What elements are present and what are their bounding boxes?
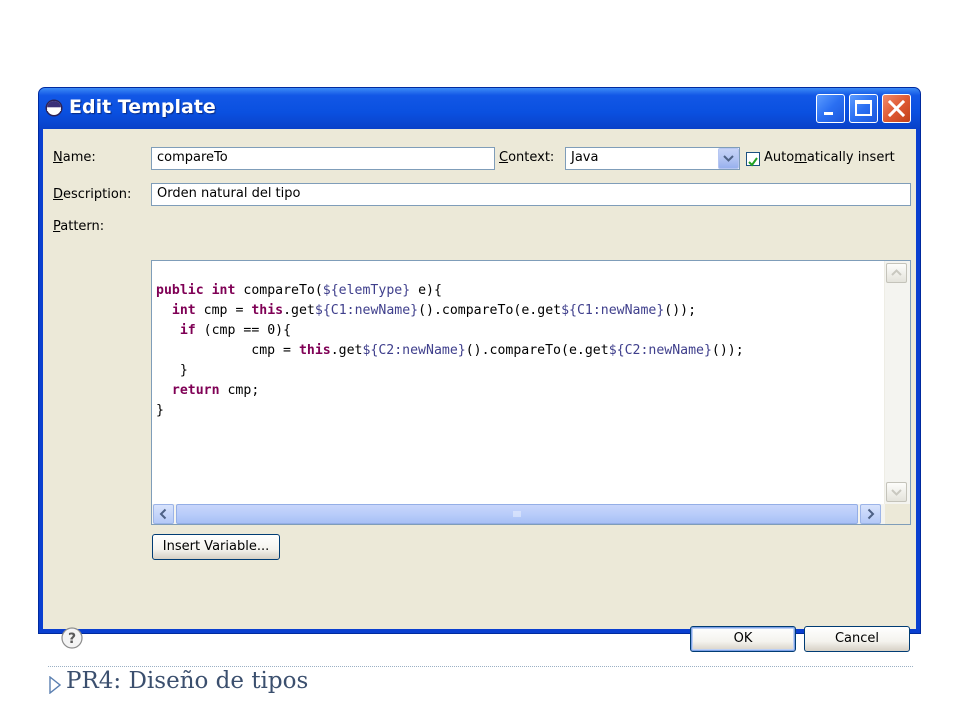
ok-button[interactable]: OK xyxy=(690,626,796,652)
scrollbar-corner xyxy=(885,504,910,524)
pattern-line: return cmp; xyxy=(171,383,260,398)
grip-icon xyxy=(513,511,521,517)
auto-insert-checkbox[interactable] xyxy=(746,152,760,167)
pattern-line: if (cmp == 0){ xyxy=(179,323,292,338)
scroll-down-button[interactable] xyxy=(886,482,907,502)
pattern-line: cmp = this.get${C2:newName}().compareTo(… xyxy=(251,343,744,358)
auto-insert-label[interactable]: Automatically insert xyxy=(764,150,895,165)
scroll-right-button[interactable] xyxy=(860,504,881,524)
context-select-value: Java xyxy=(571,150,599,165)
minimize-icon xyxy=(824,112,833,115)
checkmark-icon xyxy=(748,157,758,167)
maximize-icon xyxy=(855,100,872,116)
cancel-button[interactable]: Cancel xyxy=(804,626,910,652)
pattern-code[interactable]: public int compareTo(${elemType} e){ int… xyxy=(156,281,744,421)
chevron-down-icon xyxy=(891,489,902,496)
dialog-body: Name: compareTo Context: Java Automatica… xyxy=(43,129,916,652)
pattern-line: } xyxy=(156,363,188,378)
dialog-title: Edit Template xyxy=(69,96,216,118)
maximize-button[interactable] xyxy=(849,94,878,123)
horizontal-scroll-thumb[interactable] xyxy=(176,504,858,524)
chevron-right-icon xyxy=(867,508,875,520)
horizontal-scrollbar[interactable] xyxy=(152,504,885,524)
scroll-left-button[interactable] xyxy=(153,504,174,524)
context-select[interactable]: Java xyxy=(565,147,740,170)
footer-title: PR4: Diseño de tipos xyxy=(66,668,309,694)
pattern-line: } xyxy=(156,403,164,418)
insert-variable-button[interactable]: Insert Variable... xyxy=(152,534,280,560)
vertical-scrollbar[interactable] xyxy=(884,261,910,504)
close-button[interactable] xyxy=(882,94,911,123)
triangle-bullet-icon xyxy=(49,676,61,694)
chevron-up-icon xyxy=(891,269,902,276)
pattern-line: int cmp = this.get${C1:newName}().compar… xyxy=(171,303,697,318)
pattern-label: Pattern: xyxy=(53,219,105,234)
edit-template-dialog: Edit Template Name: compareTo Context: J… xyxy=(38,87,921,652)
pattern-editor[interactable]: public int compareTo(${elemType} e){ int… xyxy=(151,260,911,525)
description-label: Description: xyxy=(53,187,132,202)
help-icon[interactable]: ? xyxy=(61,627,83,649)
svg-text:?: ? xyxy=(68,631,76,647)
chevron-down-icon xyxy=(723,155,734,162)
title-bar[interactable]: Edit Template xyxy=(39,88,920,129)
chevron-left-icon xyxy=(159,508,167,520)
description-field[interactable]: Orden natural del tipo xyxy=(151,183,911,206)
footer-divider xyxy=(48,666,913,667)
close-icon xyxy=(887,99,906,118)
pattern-line: public int compareTo(${elemType} e){ xyxy=(156,283,442,298)
minimize-button[interactable] xyxy=(816,94,845,123)
eclipse-logo-icon xyxy=(45,99,63,117)
context-dropdown-button[interactable] xyxy=(718,148,739,169)
name-label: Name: xyxy=(53,150,96,165)
name-field[interactable]: compareTo xyxy=(151,147,495,170)
scroll-up-button[interactable] xyxy=(886,263,907,283)
context-label: Context: xyxy=(499,150,555,165)
